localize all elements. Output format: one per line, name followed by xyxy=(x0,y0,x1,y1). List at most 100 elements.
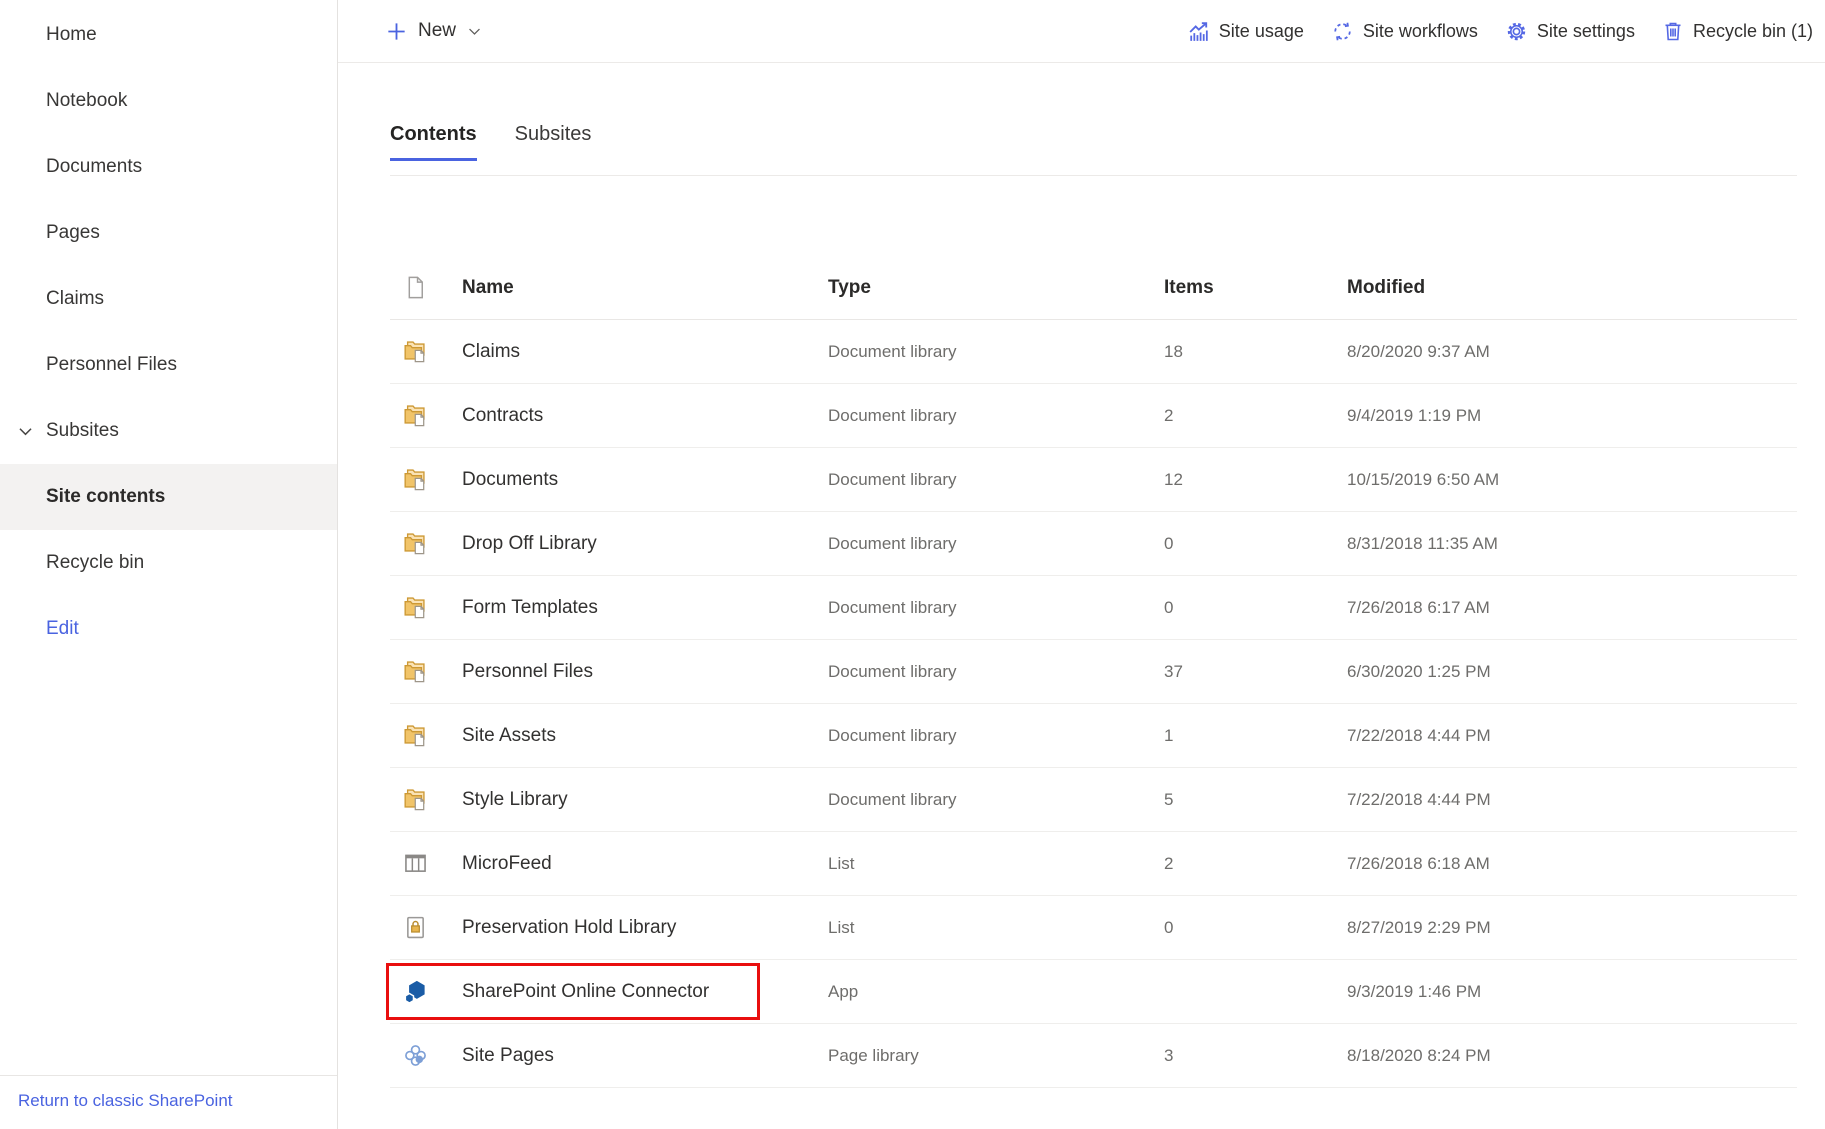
row-modified: 7/22/2018 4:44 PM xyxy=(1347,790,1797,810)
sidebar-item-label: Notebook xyxy=(46,90,127,112)
table-row-personnel-files[interactable]: Personnel Files Document library 37 6/30… xyxy=(390,640,1797,704)
table-row-drop-off-library[interactable]: Drop Off Library Document library 0 8/31… xyxy=(390,512,1797,576)
sidebar-item-site-contents[interactable]: Site contents xyxy=(0,464,337,530)
row-name-link[interactable]: Personnel Files xyxy=(462,661,828,683)
row-items: 5 xyxy=(1164,790,1347,810)
row-type: Document library xyxy=(828,342,1164,362)
column-header-name[interactable]: Name xyxy=(462,277,828,299)
toolbar-action-label: Site workflows xyxy=(1363,21,1478,42)
tabs-divider xyxy=(390,175,1797,176)
toolbar-recycle-bin-1-button[interactable]: Recycle bin (1) xyxy=(1661,19,1813,43)
column-header-items[interactable]: Items xyxy=(1164,277,1347,299)
sidebar-item-label: Claims xyxy=(46,288,104,310)
row-items: 1 xyxy=(1164,726,1347,746)
toolbar-site-usage-button[interactable]: Site usage xyxy=(1186,19,1304,44)
row-name-link[interactable]: Drop Off Library xyxy=(462,533,828,555)
row-modified: 7/26/2018 6:18 AM xyxy=(1347,854,1797,874)
row-name-link[interactable]: Site Assets xyxy=(462,725,828,747)
row-name-link[interactable]: Preservation Hold Library xyxy=(462,917,828,939)
table-header-row: NameTypeItemsModified xyxy=(390,256,1797,320)
row-type: Document library xyxy=(828,406,1164,426)
table-row-style-library[interactable]: Style Library Document library 5 7/22/20… xyxy=(390,768,1797,832)
toolbar-action-label: Recycle bin (1) xyxy=(1693,21,1813,42)
row-modified: 9/3/2019 1:46 PM xyxy=(1347,982,1797,1002)
chevron-down-icon xyxy=(466,23,483,40)
table-row-claims[interactable]: Claims Document library 18 8/20/2020 9:3… xyxy=(390,320,1797,384)
table-row-site-pages[interactable]: Site Pages Page library 3 8/18/2020 8:24… xyxy=(390,1024,1797,1088)
row-items: 2 xyxy=(1164,406,1347,426)
document-library-icon xyxy=(390,594,462,621)
toolbar-site-workflows-button[interactable]: Site workflows xyxy=(1330,19,1478,44)
document-library-icon xyxy=(390,466,462,493)
row-name-link[interactable]: Documents xyxy=(462,469,828,491)
row-name-link[interactable]: Site Pages xyxy=(462,1045,828,1067)
table-row-preservation-hold-library[interactable]: Preservation Hold Library List 0 8/27/20… xyxy=(390,896,1797,960)
row-items: 18 xyxy=(1164,342,1347,362)
row-type: Document library xyxy=(828,662,1164,682)
row-modified: 7/26/2018 6:17 AM xyxy=(1347,598,1797,618)
table-row-sharepoint-online-connector[interactable]: SharePoint Online Connector App 9/3/2019… xyxy=(390,960,1797,1024)
document-library-icon xyxy=(390,722,462,749)
site-settings-icon xyxy=(1504,19,1529,44)
row-type: Document library xyxy=(828,598,1164,618)
table-row-microfeed[interactable]: MicroFeed List 2 7/26/2018 6:18 AM xyxy=(390,832,1797,896)
sidebar-item-label: Personnel Files xyxy=(46,354,177,376)
plus-icon xyxy=(385,20,408,43)
toolbar-site-settings-button[interactable]: Site settings xyxy=(1504,19,1635,44)
hold-library-icon xyxy=(390,914,462,941)
sidebar-item-label: Pages xyxy=(46,222,100,244)
sharepoint-site-contents-page: Home Notebook Documents Pages Claims Per… xyxy=(0,0,1825,1129)
row-items: 0 xyxy=(1164,598,1347,618)
table-row-form-templates[interactable]: Form Templates Document library 0 7/26/2… xyxy=(390,576,1797,640)
row-name-link[interactable]: Style Library xyxy=(462,789,828,811)
table-row-documents[interactable]: Documents Document library 12 10/15/2019… xyxy=(390,448,1797,512)
tab-subsites[interactable]: Subsites xyxy=(515,123,592,161)
row-type: Document library xyxy=(828,534,1164,554)
row-name-link[interactable]: Claims xyxy=(462,341,828,363)
row-type: Document library xyxy=(828,726,1164,746)
row-type: List xyxy=(828,854,1164,874)
sidebar-item-personnel-files[interactable]: Personnel Files xyxy=(0,332,337,398)
sidebar-item-label: Home xyxy=(46,24,97,46)
return-to-classic-link[interactable]: Return to classic SharePoint xyxy=(18,1091,233,1110)
row-name-link[interactable]: SharePoint Online Connector xyxy=(462,981,828,1003)
sharepoint-app-icon xyxy=(390,978,462,1005)
sidebar-footer: Return to classic SharePoint xyxy=(0,1075,337,1129)
sidebar-item-label: Documents xyxy=(46,156,142,178)
new-button-label: New xyxy=(418,20,456,42)
sidebar-item-notebook[interactable]: Notebook xyxy=(0,68,337,134)
site-pages-icon xyxy=(390,1042,462,1069)
sidebar-item-label: Site contents xyxy=(46,486,165,508)
list-icon xyxy=(390,850,462,877)
row-modified: 8/18/2020 8:24 PM xyxy=(1347,1046,1797,1066)
toolbar-action-label: Site settings xyxy=(1537,21,1635,42)
new-button[interactable]: New xyxy=(385,20,483,43)
sidebar-item-subsites[interactable]: Subsites xyxy=(0,398,337,464)
sidebar-item-edit[interactable]: Edit xyxy=(0,596,337,662)
sidebar-item-recycle-bin[interactable]: Recycle bin xyxy=(0,530,337,596)
site-workflows-icon xyxy=(1330,19,1355,44)
sidebar-item-documents[interactable]: Documents xyxy=(0,134,337,200)
table-row-contracts[interactable]: Contracts Document library 2 9/4/2019 1:… xyxy=(390,384,1797,448)
content-area: Contents Subsites NameTypeItemsModified C… xyxy=(338,63,1825,1129)
row-items: 12 xyxy=(1164,470,1347,490)
site-contents-table: NameTypeItemsModified Claims Document li… xyxy=(390,256,1797,1088)
sidebar-item-claims[interactable]: Claims xyxy=(0,266,337,332)
row-name-link[interactable]: MicroFeed xyxy=(462,853,828,875)
table-row-site-assets[interactable]: Site Assets Document library 1 7/22/2018… xyxy=(390,704,1797,768)
row-name-link[interactable]: Form Templates xyxy=(462,597,828,619)
sidebar-item-home[interactable]: Home xyxy=(0,2,337,68)
row-type: Document library xyxy=(828,790,1164,810)
sidebar-nav: Home Notebook Documents Pages Claims Per… xyxy=(0,0,337,662)
chevron-down-icon[interactable] xyxy=(14,420,36,442)
sidebar-item-pages[interactable]: Pages xyxy=(0,200,337,266)
document-library-icon xyxy=(390,786,462,813)
row-modified: 10/15/2019 6:50 AM xyxy=(1347,470,1797,490)
column-header-modified[interactable]: Modified xyxy=(1347,277,1797,299)
document-library-icon xyxy=(390,658,462,685)
row-name-link[interactable]: Contracts xyxy=(462,405,828,427)
column-header-type[interactable]: Type xyxy=(828,277,1164,299)
tab-contents[interactable]: Contents xyxy=(390,123,477,161)
row-modified: 8/27/2019 2:29 PM xyxy=(1347,918,1797,938)
row-modified: 7/22/2018 4:44 PM xyxy=(1347,726,1797,746)
